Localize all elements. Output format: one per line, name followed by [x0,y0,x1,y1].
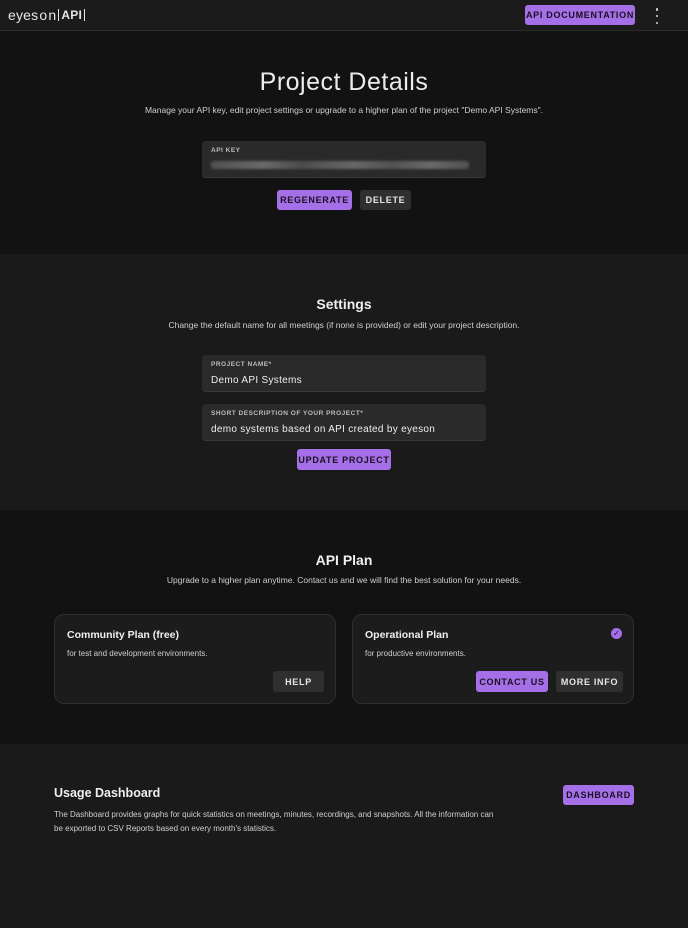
logo-api-badge: API [58,9,85,21]
plan-description: for productive environments. [365,649,466,658]
community-plan-card: Community Plan (free) for test and devel… [54,614,336,704]
help-button[interactable]: HELP [273,671,324,692]
api-key-label: API KEY [211,147,241,154]
api-key-value-blurred [211,161,469,169]
api-key-field[interactable]: API KEY [202,141,486,178]
operational-plan-card: Operational Plan ✓ for productive enviro… [352,614,634,704]
project-details-subtitle: Manage your API key, edit project settin… [144,105,544,115]
more-menu-icon[interactable] [650,8,664,24]
more-info-button[interactable]: MORE INFO [556,671,623,692]
delete-button[interactable]: DELETE [360,190,411,210]
page-title: Project Details [259,68,429,96]
plan-title: Community Plan (free) [67,629,180,641]
api-plan-section: API Plan Upgrade to a higher plan anytim… [0,510,688,744]
plan-title: Operational Plan [365,629,449,641]
api-plan-title: API Plan [315,552,373,568]
project-details-section: Project Details Manage your API key, edi… [0,32,688,254]
settings-section: Settings Change the default name for all… [0,254,688,510]
usage-dashboard-title: Usage Dashboard [54,786,161,800]
project-description-value: demo systems based on API created by eye… [211,424,436,435]
api-plan-subtitle: Upgrade to a higher plan anytime. Contac… [166,575,522,585]
contact-us-button[interactable]: CONTACT US [476,671,548,692]
eyeson-logo[interactable]: eyes o n API [8,6,85,24]
regenerate-button[interactable]: REGENERATE [277,190,352,210]
top-bar: eyes o n API API DOCUMENTATION [0,0,688,31]
update-project-button[interactable]: UPDATE PROJECT [297,449,391,470]
logo-eye-icon: o [39,7,48,23]
logo-text: eyes [8,7,39,23]
dashboard-button[interactable]: DASHBOARD [563,785,634,805]
settings-title: Settings [316,296,372,312]
plan-description: for test and development environments. [67,649,208,658]
project-name-value: Demo API Systems [211,375,302,386]
api-documentation-button[interactable]: API DOCUMENTATION [525,5,635,25]
logo-text-n: n [48,7,57,23]
project-description-field[interactable]: SHORT DESCRIPTION OF YOUR PROJECT* demo … [202,404,486,441]
usage-dashboard-section: Usage Dashboard The Dashboard provides g… [0,744,688,928]
project-name-label: PROJECT NAME* [211,361,272,368]
selected-check-icon: ✓ [611,628,622,639]
project-description-label: SHORT DESCRIPTION OF YOUR PROJECT* [211,410,364,417]
usage-dashboard-description: The Dashboard provides graphs for quick … [54,810,494,833]
project-name-field[interactable]: PROJECT NAME* Demo API Systems [202,355,486,392]
settings-subtitle: Change the default name for all meetings… [168,320,520,330]
